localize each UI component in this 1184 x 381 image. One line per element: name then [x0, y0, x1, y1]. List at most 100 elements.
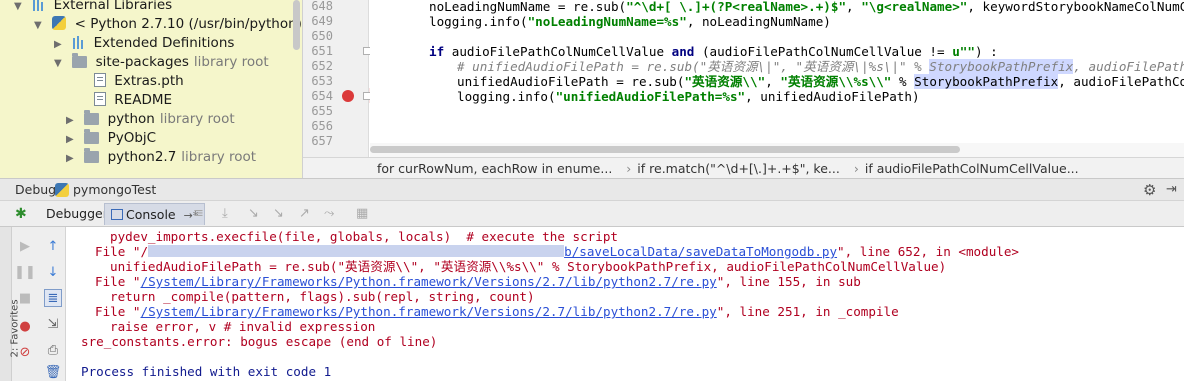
soft-wrap-icon[interactable]: ≣	[44, 289, 62, 307]
tree-item-python-sdk[interactable]: ▼ < Python 2.7.10 (/usr/bin/python) >	[34, 15, 303, 35]
library-icon	[32, 0, 45, 11]
tree-item-label: Extras.pth	[114, 73, 184, 89]
hide-panel-icon[interactable]: ⇥	[1166, 179, 1177, 201]
breakpoint-icon[interactable]	[342, 90, 354, 102]
chevron-right-icon[interactable]: ▶	[66, 111, 80, 130]
code-line-654: logging.info("unifiedAudioFilePath=%s", …	[457, 89, 920, 104]
run-config-name[interactable]: pymongoTest	[73, 179, 156, 201]
tab-console[interactable]: Console →*	[104, 203, 206, 225]
code-line-651: if audioFilePathColNumCellValue and (aud…	[429, 44, 998, 59]
line-number: 648	[311, 0, 333, 13]
debug-tool-window-header: Debug pymongoTest ⚙ ⇥	[0, 178, 1184, 201]
line-number: 656	[311, 119, 333, 133]
breadcrumb: for curRowNum, eachRow in enume... › if re…	[303, 157, 1184, 178]
editor-scroll-thumb[interactable]	[370, 146, 960, 153]
tree-item-python27[interactable]: ▶ python2.7 library root	[66, 148, 256, 167]
tree-item-extras-pth[interactable]: Extras.pth	[94, 72, 184, 91]
bug-icon[interactable]: ✱	[15, 206, 27, 222]
run-to-cursor-icon[interactable]: ⤳	[324, 206, 340, 222]
redacted-path	[148, 245, 565, 257]
tree-item-python[interactable]: ▶ python library root	[66, 110, 235, 129]
chevron-right-icon[interactable]: ▶	[66, 149, 80, 168]
breadcrumb-separator-icon: ›	[626, 161, 632, 176]
editor-gutter[interactable]: 648 649 650 651 652 653 654 655 656 657	[303, 0, 369, 157]
console-line: pydev_imports.execfile(file, globals, lo…	[110, 229, 618, 244]
step-into-icon[interactable]: ↘	[248, 206, 264, 222]
console-line: File "/System/Library/Frameworks/Python.…	[95, 274, 861, 289]
chevron-down-icon[interactable]: ▼	[54, 54, 68, 73]
show-execution-point-icon[interactable]: ≡	[193, 206, 209, 222]
library-root-hint: library root	[181, 149, 257, 165]
clear-all-icon[interactable]: 🗑	[44, 363, 62, 381]
step-out-icon[interactable]: ↗	[299, 206, 315, 222]
console-output[interactable]: pydev_imports.execfile(file, globals, lo…	[67, 227, 1184, 381]
scroll-to-end-icon[interactable]: ⇲	[44, 315, 62, 333]
code-line-652: # unifiedAudioFilePath = re.sub("英语资源\|"…	[457, 59, 1184, 74]
console-error-message: sre_constants.error: bogus escape (end o…	[81, 334, 438, 349]
code-line-653: unifiedAudioFilePath = re.sub("英语资源\\", …	[457, 74, 1184, 89]
text-file-icon	[94, 73, 106, 87]
breadcrumb-item[interactable]: for curRowNum, eachRow in enume...	[377, 161, 612, 176]
tree-item-pyobjc[interactable]: ▶ PyObjC	[66, 129, 156, 148]
library-root-hint: library root	[193, 54, 269, 70]
folder-icon	[72, 53, 88, 68]
library-icon	[72, 36, 85, 49]
traceback-link[interactable]: /System/Library/Frameworks/Python.framew…	[141, 304, 717, 319]
tree-item-site-packages[interactable]: ▼ site-packages library root	[54, 53, 269, 72]
chevron-right-icon[interactable]: ▶	[66, 130, 80, 149]
console-icon	[111, 209, 123, 220]
evaluate-expression-icon[interactable]: ▦	[356, 206, 372, 222]
code-line-649: logging.info("noLeadingNumName=%s", noLe…	[429, 14, 831, 29]
pause-icon[interactable]: ❚❚	[14, 263, 36, 281]
line-number: 652	[311, 59, 333, 73]
console-exit-status: Process finished with exit code 1	[81, 364, 332, 379]
folder-icon	[84, 110, 100, 125]
chevron-down-icon[interactable]: ▼	[14, 0, 28, 16]
breadcrumb-item[interactable]: if re.match("^\d+[\.]+.+$", ke...	[637, 161, 840, 176]
tree-item-label: site-packages	[95, 54, 189, 70]
line-number: 654	[311, 89, 333, 103]
tree-item-external-libraries[interactable]: ▼ External Libraries	[14, 0, 172, 15]
tree-item-label: < Python 2.7.10 (/usr/bin/python) >	[74, 16, 303, 32]
line-number: 650	[311, 29, 333, 43]
chevron-right-icon[interactable]: ▶	[54, 35, 68, 54]
step-over-icon[interactable]: ⤓	[222, 206, 238, 222]
tree-item-label: README	[114, 92, 173, 108]
tree-item-label: python2.7	[107, 149, 177, 165]
folder-icon	[84, 129, 100, 144]
gear-icon[interactable]: ⚙	[1143, 179, 1156, 201]
code-editor[interactable]: noLeadingNumName = re.sub("^\d+[ \.]+(?P…	[370, 0, 1184, 157]
project-tree-panel[interactable]: ▼ External Libraries ▼ < Python 2.7.10 (…	[0, 0, 303, 178]
rerun-icon[interactable]: ▶	[16, 237, 34, 255]
line-number: 655	[311, 104, 333, 118]
code-line-648: noLeadingNumName = re.sub("^\d+[ \.]+(?P…	[429, 0, 1184, 14]
print-icon[interactable]: ⎙	[44, 341, 62, 359]
console-line: return _compile(pattern, flags).sub(repl…	[110, 289, 535, 304]
traceback-link[interactable]: b/saveLocalData/saveDataToMongodb.py	[564, 244, 837, 259]
python-icon	[52, 16, 67, 30]
line-number: 657	[311, 134, 333, 148]
tree-item-extended-definitions[interactable]: ▶ Extended Definitions	[54, 34, 234, 53]
favorites-strip[interactable]: 2: Favorites	[0, 227, 21, 381]
console-line: File "/System/Library/Frameworks/Python.…	[95, 304, 899, 319]
traceback-link[interactable]: /System/Library/Frameworks/Python.framew…	[141, 274, 717, 289]
favorites-tab[interactable]: 2: Favorites	[10, 299, 21, 357]
breadcrumb-item[interactable]: if audioFilePathColNumCellValue...	[865, 161, 1079, 176]
console-line: unifiedAudioFilePath = re.sub("英语资源\\", …	[110, 259, 947, 274]
folder-icon	[84, 148, 100, 163]
debug-toolbar: ✱ Debugger Console →* ≡ ⤓ ↘ ↘ ↗ ⤳ ▦	[0, 201, 1184, 227]
down-stack-icon[interactable]: ↓	[44, 263, 62, 281]
step-into-my-code-icon[interactable]: ↘	[273, 206, 289, 222]
up-stack-icon[interactable]: ↑	[44, 237, 62, 255]
text-file-icon	[94, 92, 106, 106]
chevron-down-icon[interactable]: ▼	[34, 16, 48, 35]
line-number: 649	[311, 14, 333, 28]
tree-scrollbar[interactable]	[293, 0, 300, 50]
tree-item-readme[interactable]: README	[94, 91, 172, 110]
tab-debugger[interactable]: Debugger	[40, 203, 114, 225]
tree-item-label: External Libraries	[53, 0, 173, 13]
line-number: 651	[311, 44, 333, 58]
tree-item-label: python	[107, 111, 155, 127]
tree-item-label: PyObjC	[107, 130, 157, 146]
python-icon	[55, 183, 69, 197]
